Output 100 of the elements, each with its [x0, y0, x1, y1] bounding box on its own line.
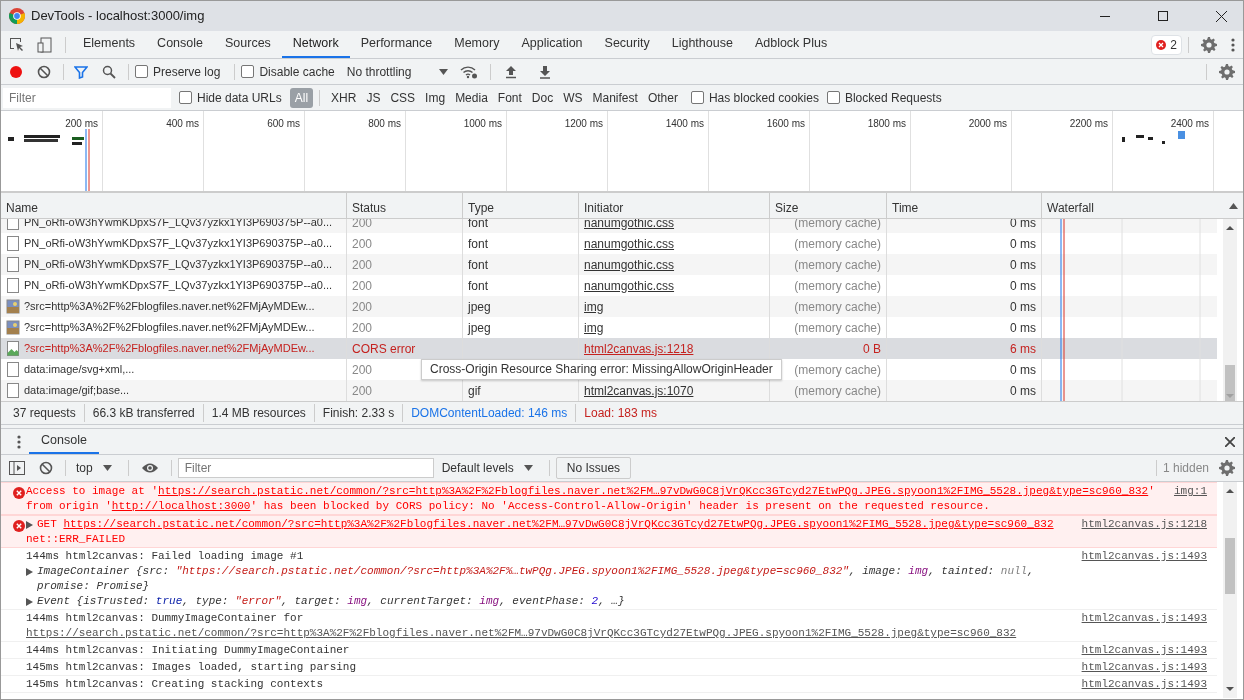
column-header[interactable]: Waterfall	[1047, 199, 1094, 218]
column-header[interactable]: Time	[892, 199, 919, 218]
type-filter[interactable]: Manifest	[587, 87, 643, 108]
type-filter[interactable]: Font	[492, 87, 527, 108]
more-options-icon[interactable]	[1231, 37, 1235, 52]
url-link[interactable]: https://search.pstatic.net/common/?src=http%3A%2F%2Fblogfiles.naver.net%2FM…97vDwG0C8jVrQKcc3GTcyd27EtwPQg.JPEG.spyoon1%2FIMG_5528.jpeg&type=sc960_832	[26, 627, 1017, 639]
object-preview[interactable]: ImageContainer {src: "https://search.pstatic.net/common/?src=http%3A%2F%…twPQg.JPEG.spyoon1%2FIMG_5528.jpeg&type=sc960_832", image: img, tainted: null, promise: Promise}	[37, 564, 1072, 594]
initiator-link[interactable]: html2canvas.js:1218	[584, 339, 694, 358]
panel-tab[interactable]: Console	[146, 31, 214, 58]
column-header[interactable]: Size	[775, 199, 799, 218]
filter-field[interactable]: Filter	[3, 87, 171, 108]
scrollbar[interactable]	[1223, 482, 1237, 698]
column-header[interactable]: Name	[6, 199, 38, 218]
type-filter[interactable]: Doc	[526, 87, 559, 108]
table-row[interactable]: ?src=http%3A%2F%2Fblogfiles.naver.net%2FMjAyMDEw... 200 jpeg img (memory cache) 0 ms	[1, 296, 1217, 317]
message-text: GET https://search.pstatic.net/common/?src=http%3A%2F%2Fblogfiles.naver.net%2FM…97vDwG0C8jVrQKcc3GTcyd27EtwPQg.JPEG.spyoon1%2FIMG_5528.jpeg&type=sc960_832	[37, 517, 1054, 532]
clear-icon[interactable]	[37, 64, 51, 79]
initiator-link[interactable]: img	[584, 297, 604, 316]
initiator-link[interactable]: nanumgothic.css	[584, 234, 675, 253]
panel-tab[interactable]: Lighthouse	[660, 31, 744, 58]
request-name[interactable]: PN_oRfi-oW3hYwmKDpxS7F_LQv37yzkx1YI3P690375P--a0...	[24, 235, 333, 252]
source-link[interactable]: html2canvas.js:1493	[1071, 643, 1217, 658]
type-filter[interactable]: Media	[450, 87, 493, 108]
clear-icon[interactable]	[39, 461, 53, 475]
request-name[interactable]: data:image/gif;base...	[24, 382, 130, 399]
type-filter[interactable]: JS	[361, 87, 386, 108]
type-filter[interactable]: CSS	[385, 87, 421, 108]
checkbox[interactable]	[690, 91, 704, 104]
table-row[interactable]: PN_oRfi-oW3hYwmKDpxS7F_LQv37yzkx1YI3P690375P--a0... 200 font nanumgothic.css (memory cache) 0 ms	[1, 254, 1217, 275]
record-icon[interactable]	[9, 64, 23, 79]
settings-icon[interactable]	[1219, 63, 1235, 80]
size-cell-text: 0 B	[863, 340, 881, 358]
maximize-icon[interactable]	[1158, 11, 1168, 21]
close-icon[interactable]	[1216, 10, 1227, 22]
table-row[interactable]: ?src=http%3A%2F%2Fblogfiles.naver.net%2FMjAyMDEw... CORS error html2canvas.js:1218 0 B 6 ms	[1, 338, 1217, 359]
initiator-link[interactable]: html2canvas.js:1070	[584, 381, 694, 400]
more-options-icon[interactable]	[17, 434, 21, 449]
type-filter[interactable]: Img	[420, 87, 451, 108]
request-name[interactable]: ?src=http%3A%2F%2Fblogfiles.naver.net%2FMjAyMDEw...	[24, 340, 315, 357]
issues-button[interactable]: No Issues	[555, 457, 632, 479]
source-link[interactable]: html2canvas.js:1218	[1071, 517, 1217, 547]
checkbox[interactable]	[135, 65, 148, 78]
type-filter[interactable]: Other	[642, 87, 683, 108]
source-link[interactable]: html2canvas.js:1493	[1071, 660, 1217, 675]
request-name[interactable]: PN_oRfi-oW3hYwmKDpxS7F_LQv37yzkx1YI3P690375P--a0...	[24, 277, 333, 294]
url-link[interactable]: https://search.pstatic.net/common/?src=http%3A%2F%2Fblogfiles.naver.net%2FM…97vDwG0C8jVrQKcc3GTcyd27EtwPQg.JPEG.spyoon1%2FIMG_5528.jpeg&type=sc960_832	[158, 485, 1149, 497]
panel-tab[interactable]: Security	[593, 31, 661, 58]
log-levels-dropdown[interactable]: Default levels	[437, 459, 543, 477]
panel-tab[interactable]: Performance	[349, 31, 444, 58]
panel-tab[interactable]: Memory	[443, 31, 511, 58]
checkbox[interactable]	[241, 65, 255, 78]
source-link[interactable]: html2canvas.js:1493	[1071, 611, 1217, 641]
sidebar-toggle-icon[interactable]	[9, 461, 25, 475]
panel-tab[interactable]: Adblock Plus	[743, 31, 839, 58]
request-name[interactable]: ?src=http%3A%2F%2Fblogfiles.naver.net%2FMjAyMDEw...	[24, 298, 315, 315]
column-header[interactable]: Initiator	[584, 199, 624, 218]
initiator-link[interactable]: nanumgothic.css	[584, 255, 675, 274]
time-tick-label: 200 ms	[65, 117, 99, 131]
panel-tab[interactable]: Elements	[72, 31, 147, 58]
table-row[interactable]: data:image/gif;base... 200 gif html2canvas.js:1070 (memory cache) 0 ms	[1, 380, 1217, 401]
url-link[interactable]: http://localhost:3000	[111, 500, 251, 512]
network-conditions-icon[interactable]	[460, 64, 479, 79]
checkbox[interactable]	[826, 91, 840, 104]
throttling-dropdown[interactable]: No throttling	[342, 62, 453, 81]
object-preview[interactable]: Event {isTrusted: true, type: "error", target: img, currentTarget: img, eventPhase: 2, …}	[37, 594, 625, 609]
initiator-link[interactable]: nanumgothic.css	[584, 276, 675, 295]
settings-icon[interactable]	[1219, 460, 1235, 476]
expand-triangle-icon[interactable]	[26, 521, 33, 529]
source-link[interactable]: img:1	[1164, 484, 1217, 514]
panel-tab[interactable]: Application	[510, 31, 594, 58]
panel-tab[interactable]: Sources	[214, 31, 282, 58]
device-toolbar-icon[interactable]	[37, 36, 53, 53]
request-name[interactable]: ?src=http%3A%2F%2Fblogfiles.naver.net%2FMjAyMDEw...	[24, 319, 315, 336]
element-picker-icon[interactable]	[9, 36, 25, 53]
scrollbar[interactable]	[1223, 219, 1237, 401]
request-name[interactable]: PN_oRfi-oW3hYwmKDpxS7F_LQv37yzkx1YI3P690375P--a0...	[24, 256, 333, 273]
checkbox[interactable]	[179, 91, 192, 104]
request-name[interactable]: data:image/svg+xml,...	[24, 361, 135, 378]
console-filter-field[interactable]: Filter	[177, 458, 434, 478]
type-filter[interactable]: XHR	[326, 87, 362, 108]
expand-triangle-icon[interactable]	[26, 598, 33, 606]
url-link[interactable]: https://search.pstatic.net/common/?src=http%3A%2F%2Fblogfiles.naver.net%2FM…97vDwG0C8jVrQKcc3GTcyd27EtwPQg.JPEG.spyoon1%2FIMG_5528.jpeg&type=sc960_832	[63, 518, 1054, 530]
request-name[interactable]: PN_oRfi-oW3hYwmKDpxS7F_LQv37yzkx1YI3P690375P--a0...	[24, 219, 333, 231]
column-header[interactable]: Status	[352, 199, 387, 218]
close-icon[interactable]	[1225, 436, 1235, 447]
upload-icon[interactable]	[505, 64, 518, 79]
eye-icon[interactable]	[140, 462, 159, 474]
type-filter[interactable]: WS	[558, 87, 588, 108]
expand-triangle-icon[interactable]	[26, 568, 33, 576]
search-icon[interactable]	[102, 64, 116, 79]
source-link[interactable]: html2canvas.js:1493	[1071, 549, 1217, 609]
column-header[interactable]: Type	[468, 199, 494, 218]
initiator-link[interactable]: img	[584, 318, 604, 337]
settings-icon[interactable]	[1201, 36, 1217, 53]
error-count-badge[interactable]: 2	[1151, 34, 1182, 55]
context-dropdown[interactable]: top	[72, 459, 122, 477]
download-icon[interactable]	[539, 64, 552, 79]
sort-ascending-icon[interactable]	[1229, 203, 1238, 209]
source-link[interactable]: html2canvas.js:1493	[1071, 677, 1217, 692]
filter-icon[interactable]	[74, 64, 88, 79]
